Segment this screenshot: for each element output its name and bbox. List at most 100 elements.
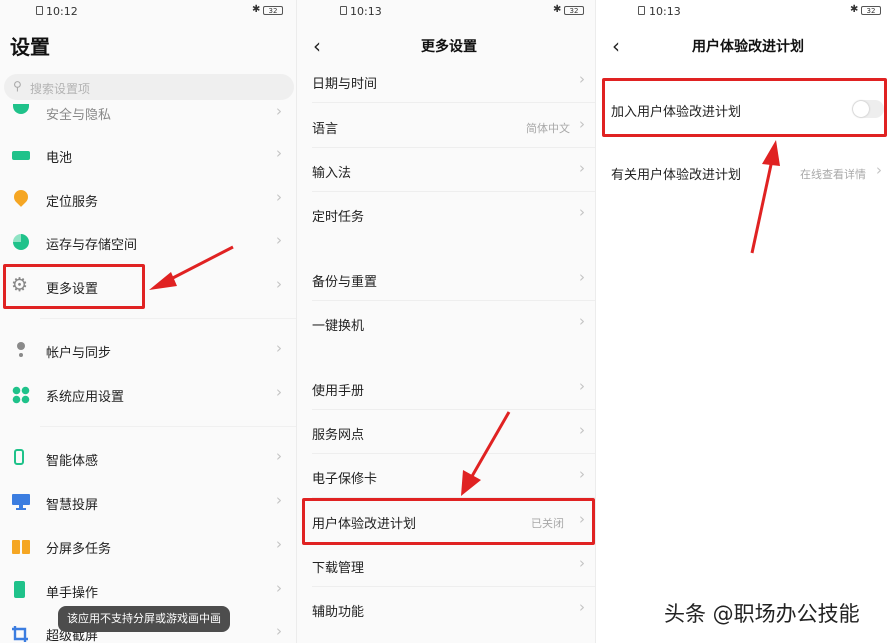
row-divider <box>312 102 595 103</box>
apps-icon <box>12 386 30 404</box>
settings-item-account-sync[interactable]: 帐户与同步 › <box>0 329 296 372</box>
sim-icon <box>638 6 645 15</box>
one-hand-icon <box>14 581 25 598</box>
page-title: 更多设置 <box>421 39 477 55</box>
more-item-label: 一键换机 <box>312 319 365 334</box>
search-icon: ⚲ <box>13 79 22 93</box>
sim-icon <box>36 6 43 15</box>
search-input[interactable]: ⚲ 搜索设置项 <box>4 74 294 100</box>
chevron-right-icon: › <box>579 377 585 395</box>
more-item-download-manager[interactable]: 下载管理 › <box>297 544 595 587</box>
chevron-right-icon: › <box>579 312 585 330</box>
location-icon <box>11 187 31 207</box>
chevron-right-icon: › <box>579 421 585 439</box>
battery-status-icon: 32 <box>861 6 881 15</box>
more-item-label: 日期与时间 <box>312 77 378 92</box>
more-item-label: 定时任务 <box>312 210 365 225</box>
chevron-right-icon: › <box>579 159 585 177</box>
annotation-arrow <box>149 245 234 290</box>
more-item-label: 服务网点 <box>312 428 365 443</box>
bluetooth-icon: ✱ <box>850 4 859 15</box>
chevron-right-icon: › <box>276 144 282 162</box>
more-item-label: 输入法 <box>312 166 352 181</box>
back-button[interactable]: ‹ <box>313 34 321 58</box>
chevron-right-icon: › <box>579 268 585 286</box>
settings-item-label: 系统应用设置 <box>46 390 125 405</box>
settings-item-label: 分屏多任务 <box>46 542 112 557</box>
chevron-right-icon: › <box>876 161 882 179</box>
more-item-language[interactable]: 语言 简体中文 › <box>297 105 595 148</box>
more-item-scheduled-tasks[interactable]: 定时任务 › <box>297 193 595 236</box>
highlight-box <box>302 498 595 545</box>
chevron-right-icon: › <box>276 188 282 206</box>
settings-item-location[interactable]: 定位服务 › <box>0 178 296 221</box>
settings-item-label: 定位服务 <box>46 195 99 210</box>
bluetooth-icon: ✱ <box>252 4 261 15</box>
chevron-right-icon: › <box>579 465 585 483</box>
row-divider <box>312 409 595 410</box>
back-button[interactable]: ‹ <box>612 34 620 58</box>
security-icon <box>13 104 29 114</box>
chevron-right-icon: › <box>579 598 585 616</box>
more-item-label: 备份与重置 <box>312 275 378 290</box>
settings-item-battery[interactable]: 电池 › <box>0 134 296 177</box>
account-sync-icon <box>17 342 25 350</box>
highlight-box <box>602 78 887 137</box>
chevron-right-icon: › <box>579 115 585 133</box>
sim-icon <box>340 6 347 15</box>
settings-item-apps[interactable]: 系统应用设置 › <box>0 373 296 416</box>
more-item-backup-reset[interactable]: 备份与重置 › <box>297 258 595 301</box>
storage-icon <box>13 234 29 250</box>
settings-item-smart-motion[interactable]: 智能体感 › <box>0 437 296 480</box>
chevron-right-icon: › <box>579 554 585 572</box>
toast-message: 该应用不支持分屏或游戏画中画 <box>58 606 230 632</box>
more-item-date-time[interactable]: 日期与时间 › <box>297 60 595 103</box>
status-bar: 10:13 ✱ 32 <box>297 0 595 26</box>
more-item-input-method[interactable]: 输入法 › <box>297 149 595 192</box>
status-bar: 10:12 ✱ 32 <box>0 0 296 26</box>
section-divider <box>40 426 296 427</box>
section-divider <box>40 318 296 319</box>
chevron-right-icon: › <box>276 275 282 293</box>
page-title: 用户体验改进计划 <box>692 39 804 55</box>
row-divider <box>312 586 595 587</box>
search-placeholder: 搜索设置项 <box>30 82 91 96</box>
settings-item-label: 智慧投屏 <box>46 498 99 513</box>
watermark: 头条 @职场办公技能 <box>664 602 860 626</box>
chevron-right-icon: › <box>276 579 282 597</box>
chevron-right-icon: › <box>276 447 282 465</box>
status-time: 10:12 <box>46 5 78 18</box>
more-item-user-manual[interactable]: 使用手册 › <box>297 367 595 410</box>
more-item-accessibility[interactable]: 辅助功能 › <box>297 588 595 631</box>
chevron-right-icon: › <box>276 339 282 357</box>
view-details-link[interactable]: 在线查看详情 <box>800 166 866 182</box>
more-item-label: 下载管理 <box>312 561 365 576</box>
settings-item-label: 帐户与同步 <box>46 346 112 361</box>
more-item-e-warranty[interactable]: 电子保修卡 › <box>297 455 595 498</box>
chevron-right-icon: › <box>579 70 585 88</box>
settings-panel: 10:12 ✱ 32 设置 ⚲ 搜索设置项 安全与隐私 › 电池 › 定位服务 … <box>0 0 296 643</box>
settings-item-security[interactable]: 安全与隐私 › <box>0 100 296 123</box>
settings-item-split-screen[interactable]: 分屏多任务 › <box>0 525 296 568</box>
more-item-label: 语言 <box>312 122 339 137</box>
annotation-arrow <box>461 411 511 496</box>
more-item-phone-clone[interactable]: 一键换机 › <box>297 302 595 345</box>
battery-status-icon: 32 <box>263 6 283 15</box>
chevron-right-icon: › <box>276 231 282 249</box>
about-program-label: 有关用户体验改进计划 <box>611 168 742 183</box>
phone-gesture-icon <box>14 449 24 465</box>
chevron-right-icon: › <box>276 383 282 401</box>
more-item-value: 简体中文 <box>526 122 570 135</box>
settings-item-label: 智能体感 <box>46 454 99 469</box>
status-bar: 10:13 ✱ 32 <box>596 0 891 26</box>
battery-status-icon: 32 <box>564 6 584 15</box>
settings-item-screen-cast[interactable]: 智慧投屏 › <box>0 481 296 524</box>
screen-cast-icon <box>12 494 30 510</box>
user-experience-panel: 10:13 ✱ 32 ‹ 用户体验改进计划 加入用户体验改进计划 有关用户体验改… <box>596 0 891 643</box>
page-title: 设置 <box>10 35 50 59</box>
more-item-label: 电子保修卡 <box>312 472 378 487</box>
more-item-service-centers[interactable]: 服务网点 › <box>297 411 595 454</box>
status-time: 10:13 <box>649 5 681 18</box>
more-item-label: 使用手册 <box>312 384 365 399</box>
more-item-label: 辅助功能 <box>312 605 365 620</box>
